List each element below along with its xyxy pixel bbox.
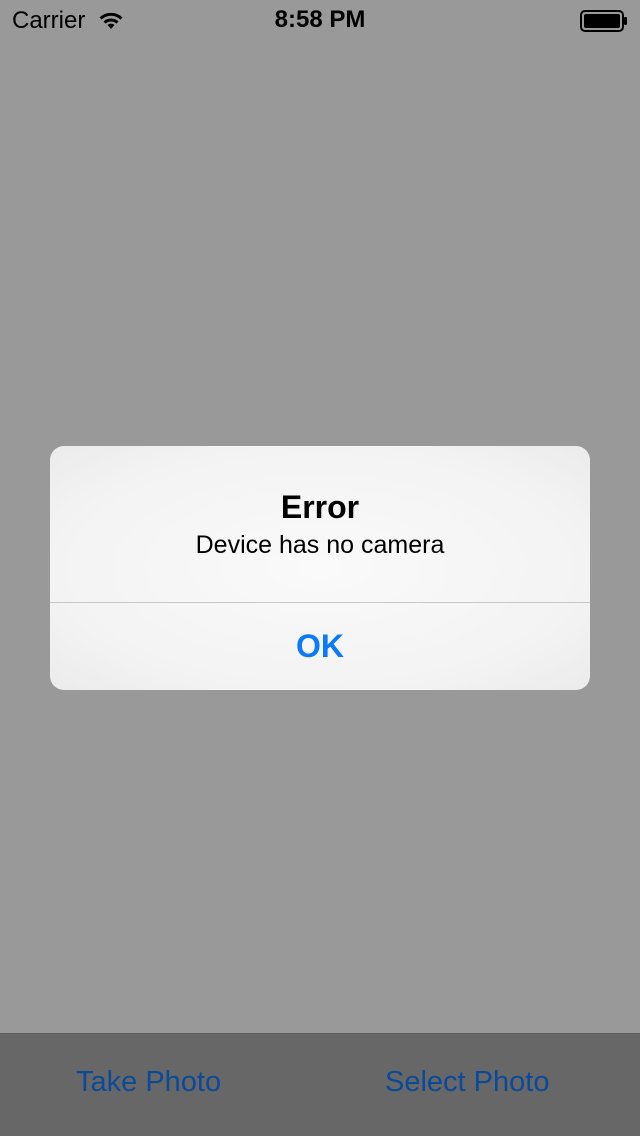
alert-message: Device has no camera — [195, 531, 445, 559]
take-photo-button[interactable]: Take Photo — [76, 1064, 221, 1100]
status-time: 8:58 PM — [274, 6, 366, 33]
ok-button[interactable]: OK — [50, 603, 590, 690]
battery-icon — [580, 10, 628, 32]
bottom-toolbar: Take Photo Select Photo — [0, 1033, 640, 1136]
alert-dialog: OK — [50, 446, 590, 690]
app-screen: Carrier 8:58 PM OK Error Device has no c… — [0, 0, 640, 1136]
select-photo-button[interactable]: Select Photo — [385, 1064, 549, 1100]
alert-title: Error — [280, 489, 360, 525]
status-bar: Carrier 8:58 PM — [0, 0, 640, 40]
